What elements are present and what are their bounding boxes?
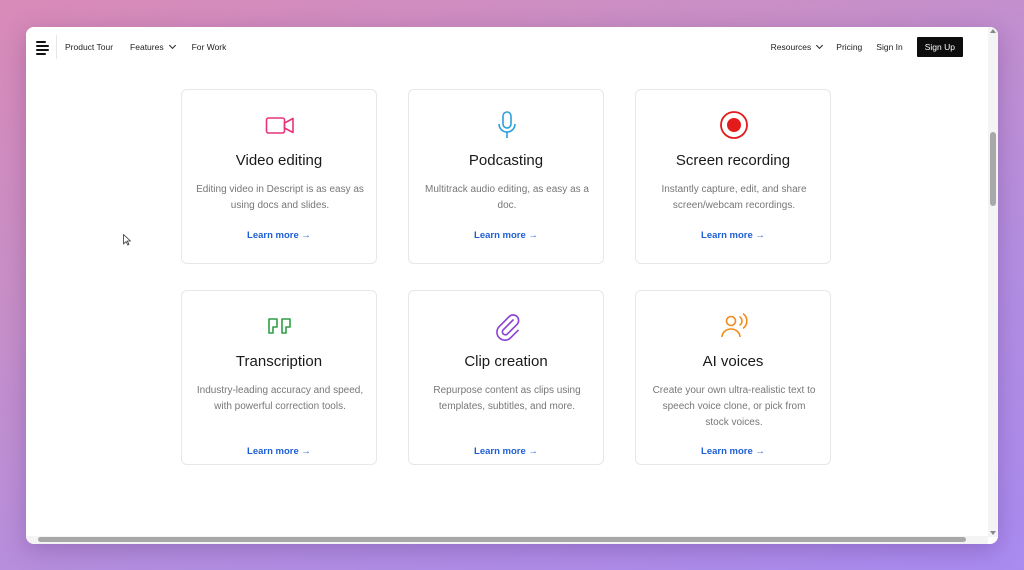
card-title: AI voices [702,353,764,370]
card-title: Video editing [235,152,323,169]
scrollbar-thumb[interactable] [990,132,996,206]
chevron-down-icon [168,41,176,50]
card-screen-recording[interactable]: Screen recording Instantly capture, edit… [635,89,831,264]
card-podcasting[interactable]: Podcasting Multitrack audio editing, as … [408,89,604,264]
descript-logo[interactable] [36,40,50,55]
scroll-up-icon[interactable] [990,29,996,33]
nav-features[interactable]: Features [130,41,176,52]
card-description: Editing video in Descript is as easy as … [196,184,364,211]
learn-more-link[interactable]: Learn more → [182,230,376,241]
scroll-down-icon[interactable] [990,531,996,535]
nav-sign-in[interactable]: Sign In [876,42,902,52]
voice-person-icon [721,313,748,338]
horizontal-scrollbar[interactable] [26,536,988,544]
video-camera-icon [265,117,294,134]
card-title: Clip creation [464,353,548,370]
card-video-editing[interactable]: Video editing Editing video in Descript … [181,89,377,264]
card-title: Podcasting [468,152,544,169]
mouse-cursor-icon [123,234,131,246]
nav-for-work[interactable]: For Work [192,42,227,52]
learn-more-link[interactable]: Learn more → [409,230,603,241]
top-nav: Product Tour Features For Work Resources… [26,27,998,67]
learn-more-link[interactable]: Learn more → [182,446,376,457]
card-description: Repurpose content as clips using templat… [433,385,581,412]
card-clip-creation[interactable]: Clip creation Repurpose content as clips… [408,290,604,465]
microphone-icon [498,111,516,138]
scrollbar-thumb[interactable] [38,537,966,542]
card-title: Transcription [235,353,323,370]
vertical-scrollbar[interactable] [988,27,998,537]
quote-icon [268,318,291,334]
card-title: Screen recording [675,152,791,169]
card-description: Instantly capture, edit, and share scree… [661,184,807,211]
card-description: Create your own ultra-realistic text to … [652,385,816,428]
record-icon [720,111,748,139]
nav-divider [56,35,57,59]
nav-resources[interactable]: Resources [771,41,824,52]
learn-more-link[interactable]: Learn more → [636,230,830,241]
chevron-down-icon [816,41,824,50]
learn-more-link[interactable]: Learn more → [409,446,603,457]
sign-up-button[interactable]: Sign Up [916,37,963,57]
nav-product-tour[interactable]: Product Tour [65,42,113,52]
learn-more-link[interactable]: Learn more → [636,446,830,457]
card-ai-voices[interactable]: AI voices Create your own ultra-realisti… [635,290,831,465]
browser-window: Product Tour Features For Work Resources… [26,27,998,544]
nav-pricing[interactable]: Pricing [836,42,862,52]
card-description: Industry-leading accuracy and speed, wit… [196,385,364,412]
card-transcription[interactable]: Transcription Industry-leading accuracy … [181,290,377,465]
card-description: Multitrack audio editing, as easy as a d… [425,184,589,211]
paperclip-icon [496,314,520,341]
